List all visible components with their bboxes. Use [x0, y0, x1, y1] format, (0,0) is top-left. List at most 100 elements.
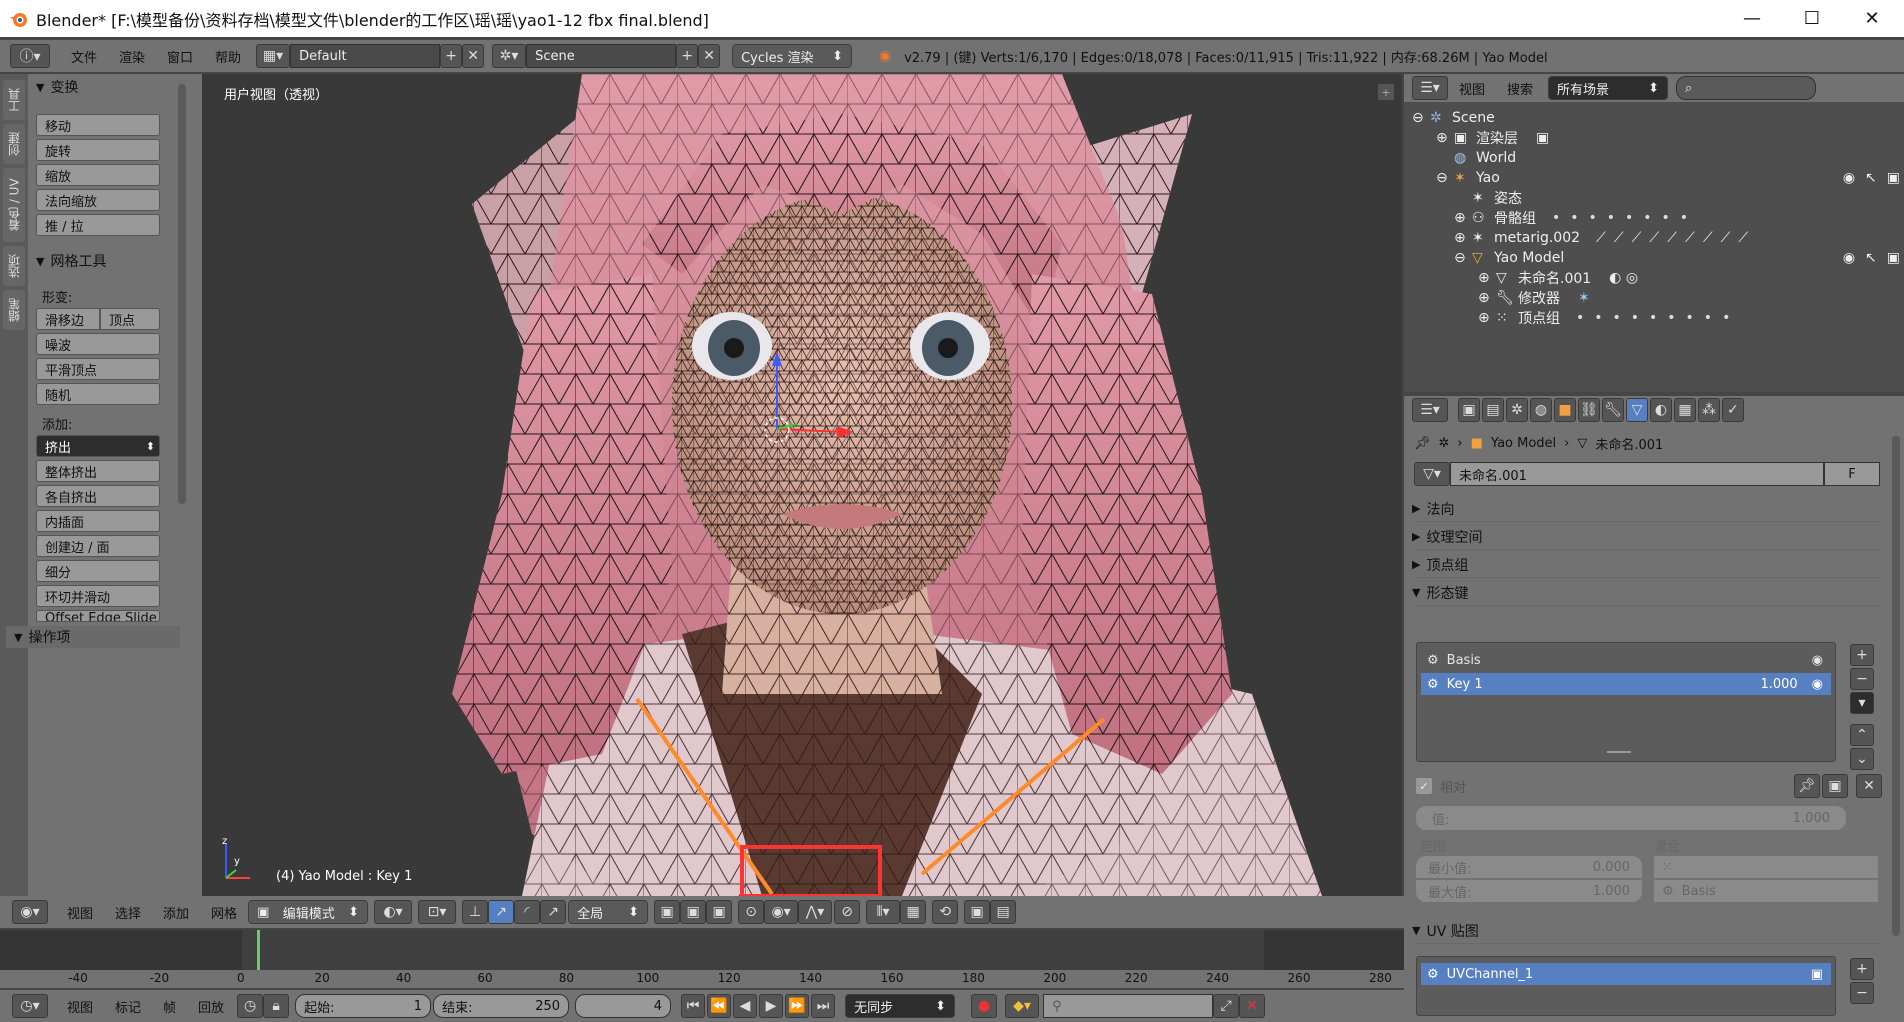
- add-scene-icon[interactable]: +: [676, 44, 699, 68]
- extrude-individual-button[interactable]: 各自挤出: [36, 485, 160, 507]
- outliner-row-pose[interactable]: ✶ 姿态: [1472, 188, 1522, 208]
- layer-icon[interactable]: ▦: [900, 900, 927, 924]
- editor-type-3d-icon[interactable]: ◉▾: [12, 900, 48, 924]
- section-uv-maps[interactable]: ▼ UV 贴图: [1412, 918, 1882, 944]
- slider-max-field[interactable]: 最大值: 1.000: [1416, 880, 1642, 902]
- constraints-tab-icon[interactable]: ⛓: [1578, 398, 1600, 422]
- insert-keyframe-icon[interactable]: ⤢: [1213, 994, 1240, 1018]
- shelf-scrollbar[interactable]: [178, 84, 186, 504]
- vertex-group-field[interactable]: ⁙: [1654, 856, 1878, 878]
- world-tab-icon[interactable]: ◍: [1530, 398, 1552, 422]
- rotate-manipulator-icon[interactable]: ◜: [514, 900, 541, 924]
- timeline-menu-marker[interactable]: 标记: [104, 997, 152, 1016]
- shrink-fatten-button[interactable]: 法向缩放: [36, 189, 160, 211]
- render-engine-select[interactable]: Cycles 渲染 ⬍: [732, 44, 853, 68]
- falloff-curve-icon[interactable]: ⋀▾: [798, 900, 833, 924]
- timeline-menu-frame[interactable]: 帧: [152, 997, 187, 1016]
- scale-manipulator-icon[interactable]: ↗: [540, 900, 567, 924]
- preview-range-icon[interactable]: ◷: [237, 994, 264, 1018]
- section-texture-space[interactable]: ▶ 纹理空间: [1412, 524, 1882, 550]
- outliner-filter-select[interactable]: 所有场景 ⬍: [1548, 76, 1669, 100]
- current-frame-field[interactable]: 4: [575, 994, 672, 1018]
- panel-operator-header[interactable]: ▼ 操作项: [6, 626, 180, 648]
- 3d-viewport[interactable]: 用户视图（透视） (4) Yao Model : Key 1 z y +: [202, 74, 1402, 896]
- auto-keying-record-icon[interactable]: ●: [971, 994, 998, 1018]
- offset-edge-slide-button[interactable]: Offset Edge Slide: [36, 610, 160, 622]
- section-vertex-groups[interactable]: ▶ 顶点组: [1412, 552, 1882, 578]
- end-frame-field[interactable]: 结束: 250: [433, 994, 570, 1018]
- outliner-row-scene[interactable]: ⊖ ✲ Scene: [1412, 108, 1495, 128]
- properties-scrollbar[interactable]: [1892, 436, 1900, 936]
- add-layout-icon[interactable]: +: [440, 44, 463, 68]
- section-shape-keys[interactable]: ▼ 形态键: [1412, 580, 1882, 606]
- outliner-row-yao[interactable]: ⊖ ✶ Yao ◉ ↖ ▣: [1436, 168, 1900, 188]
- editor-type-properties-icon[interactable]: ☰▾: [1412, 398, 1448, 422]
- move-up-button[interactable]: ⌃: [1850, 724, 1874, 746]
- keying-set-icon[interactable]: ◆▾: [1005, 994, 1040, 1018]
- edge-slide-button[interactable]: 滑移边: [36, 308, 100, 330]
- transform-orientation-select[interactable]: 全局 ⬍: [568, 900, 649, 924]
- vertex-select-icon[interactable]: ▣: [654, 900, 681, 924]
- timeline-menu-view[interactable]: 视图: [56, 997, 104, 1016]
- panel-transform-header[interactable]: ▼ 变换: [28, 76, 78, 98]
- scene-field[interactable]: Scene: [526, 44, 677, 68]
- list-resize-handle[interactable]: [1607, 751, 1631, 753]
- screen-layout-icon[interactable]: ▦▾: [256, 44, 291, 68]
- tab-grease-pencil[interactable]: 蜡笔: [3, 290, 25, 330]
- mesh-name-field[interactable]: 未命名.001: [1450, 462, 1824, 486]
- make-edge-face-button[interactable]: 创建边 / 面: [36, 535, 160, 557]
- scene-icon[interactable]: ✲▾: [492, 44, 527, 68]
- panel-mesh-tools-header[interactable]: ▼ 网格工具: [28, 250, 106, 272]
- pin-shape-icon[interactable]: 📌︎: [1794, 774, 1820, 798]
- object-tab-icon[interactable]: ■: [1554, 398, 1576, 422]
- proportional-edit-icon[interactable]: ⊙: [738, 900, 765, 924]
- scene-tab-icon[interactable]: ✲: [1506, 398, 1528, 422]
- menu-window[interactable]: 窗口: [156, 47, 204, 66]
- shape-key-row-basis[interactable]: ⚙ Basis ◉: [1421, 649, 1831, 671]
- section-normals[interactable]: ▶ 法向: [1412, 496, 1882, 522]
- outliner-row-metarig[interactable]: ⊕ ✶ metarig.002 ⟋⟋⟋⟋⟋⟋⟋⟋⟋: [1454, 228, 1756, 248]
- move-button[interactable]: 移动: [36, 114, 160, 136]
- opengl-render-icon[interactable]: ▣: [964, 900, 991, 924]
- mode-select[interactable]: ▣ 编辑模式 ⬍: [248, 900, 369, 924]
- tab-options[interactable]: 选项: [3, 246, 25, 286]
- tab-tools[interactable]: 工具: [3, 80, 25, 120]
- physics-tab-icon[interactable]: ✓: [1722, 398, 1744, 422]
- snap-element-icon[interactable]: ⫴▾: [866, 900, 901, 924]
- view-menu[interactable]: 视图: [56, 903, 104, 922]
- editor-type-info-icon[interactable]: ⓘ▾: [10, 44, 50, 68]
- mute-eye-icon[interactable]: ◉: [1812, 677, 1823, 692]
- smooth-vertex-button[interactable]: 平滑顶点: [36, 358, 160, 380]
- visibility-eye-icon[interactable]: ◉: [1843, 250, 1855, 266]
- remove-layout-icon[interactable]: ✕: [462, 44, 485, 68]
- manipulator-toggle-icon[interactable]: ⊥: [462, 900, 489, 924]
- opengl-render-animation-icon[interactable]: ▤: [990, 900, 1017, 924]
- remove-shape-key-button[interactable]: −: [1850, 668, 1874, 690]
- outliner-row-yao-model[interactable]: ⊖ ▽ Yao Model ◉ ↖ ▣: [1454, 248, 1900, 268]
- timeline-area[interactable]: -40 -20 0 20 40 60 80 100 120 140 160 180 200 220 240 2…: [0, 930, 1404, 988]
- tab-create[interactable]: 创建: [3, 124, 25, 164]
- fake-user-button[interactable]: F: [1824, 462, 1880, 486]
- tab-shading-uv[interactable]: 着色 / UV: [3, 168, 25, 242]
- render-tab-icon[interactable]: ▣: [1458, 398, 1480, 422]
- close-button[interactable]: ✕: [1844, 0, 1900, 37]
- active-keying-set-field[interactable]: ⚲: [1043, 994, 1214, 1018]
- sync-mode-select[interactable]: 无同步 ⬍: [845, 994, 956, 1018]
- modifiers-tab-icon[interactable]: 🔧︎: [1602, 398, 1624, 422]
- snap-toggle-icon[interactable]: ⊘: [834, 900, 861, 924]
- mesh-menu[interactable]: 网格: [200, 903, 248, 922]
- shape-key-row-key1[interactable]: ⚙ Key 1 1.000 ◉: [1421, 673, 1831, 695]
- mesh-data-tab-icon[interactable]: ▽: [1626, 398, 1648, 422]
- scale-button[interactable]: 缩放: [36, 164, 160, 186]
- outliner-row-render-layers[interactable]: ⊕ ▣ 渲染层 ▣: [1436, 128, 1549, 148]
- extrude-select[interactable]: 挤出 ⬍: [36, 435, 160, 457]
- render-camera-icon[interactable]: ▣: [1887, 250, 1900, 266]
- particles-tab-icon[interactable]: ⁂: [1698, 398, 1720, 422]
- select-menu[interactable]: 选择: [104, 903, 152, 922]
- translate-manipulator-icon[interactable]: ↗: [488, 900, 515, 924]
- render-layers-tab-icon[interactable]: ▤: [1482, 398, 1504, 422]
- face-select-icon[interactable]: ▣: [706, 900, 733, 924]
- shape-key-specials-button[interactable]: ▾: [1850, 692, 1874, 714]
- editor-type-timeline-icon[interactable]: ◷▾: [12, 994, 48, 1018]
- outliner-row-bone-groups[interactable]: ⊕ ⚇ 骨骼组 ••••••••: [1454, 208, 1698, 228]
